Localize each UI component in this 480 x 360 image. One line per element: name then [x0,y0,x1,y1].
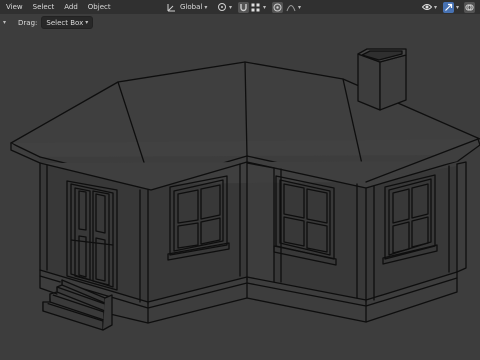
menu-object[interactable]: Object [83,3,116,11]
snap-toggle[interactable] [238,1,249,13]
menu-view[interactable]: View [0,3,28,11]
chevron-down-icon: ▾ [204,3,208,11]
transform-orientation-label: Global [180,3,203,11]
proportional-editing-toggle[interactable] [272,1,283,13]
pivot-point-icon [216,2,227,13]
proportional-editing-icon [272,1,283,13]
transform-orientation-icon [166,2,177,13]
gizmo-toggle[interactable]: ▾ [443,1,459,13]
3d-viewport[interactable] [0,14,480,360]
falloff-curve-icon [285,2,296,13]
transform-orientation-dropdown[interactable]: Global ▾ [166,1,207,13]
falloff-dropdown[interactable]: ▾ [285,1,301,13]
far-wall-edge [456,161,467,273]
snap-grid-icon [250,2,261,13]
overlay-toggle[interactable] [464,1,475,13]
chevron-down-icon: ▾ [263,3,267,11]
overlay-icon [464,1,475,13]
visibility-dropdown[interactable]: ▾ [421,1,437,13]
eye-visibility-icon [421,2,432,13]
menu-select[interactable]: Select [28,3,60,11]
house-model [10,48,480,331]
menu-add[interactable]: Add [59,3,83,11]
chevron-down-icon: ▾ [298,3,302,11]
roof [10,61,480,191]
chevron-down-icon: ▾ [434,3,438,11]
chevron-down-icon: ▾ [456,3,460,11]
viewport-header: View Select Add Object Global ▾ ▾ ▾ ▾ ▾ … [0,0,480,14]
gizmo-toggle-icon [443,1,454,13]
chevron-down-icon: ▾ [229,3,233,11]
snap-target-dropdown[interactable]: ▾ [250,1,266,13]
chimney [357,48,407,111]
pivot-point-dropdown[interactable]: ▾ [216,1,232,13]
magnet-snap-icon [238,1,249,13]
